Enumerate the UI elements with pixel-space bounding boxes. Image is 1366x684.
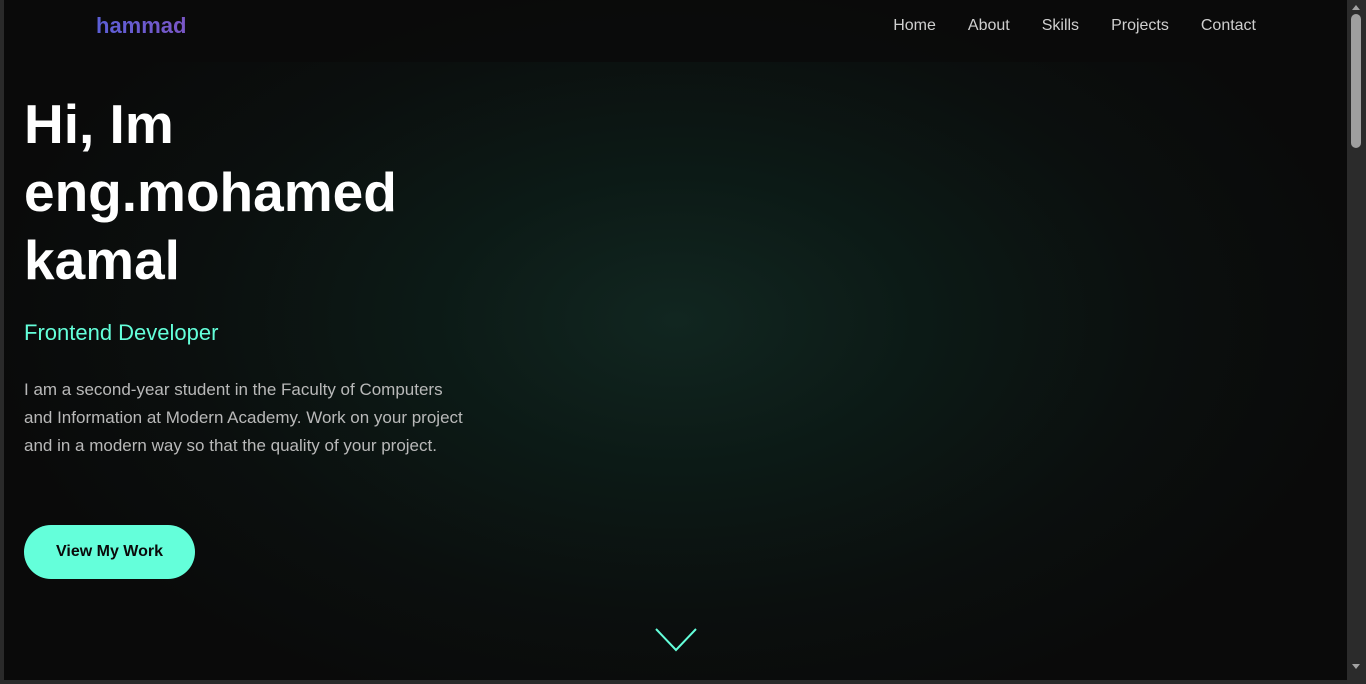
page: hammad Home About Skills Projects Contac…	[4, 0, 1347, 680]
hero-title: Hi, Im eng.mohamed kamal	[24, 90, 464, 294]
site-logo[interactable]: hammad	[96, 12, 186, 40]
nav-links: Home About Skills Projects Contact	[861, 15, 1256, 37]
hero-title-line: Hi, Im	[24, 93, 174, 155]
hero-section: Hi, Im eng.mohamed kamal Frontend Develo…	[24, 90, 464, 460]
chevron-down-icon[interactable]	[654, 626, 698, 654]
hero-title-line: kamal	[24, 229, 180, 291]
vertical-scrollbar[interactable]	[1347, 0, 1366, 684]
hero-subtitle: Frontend Developer	[24, 320, 219, 345]
scroll-up-icon[interactable]	[1352, 5, 1360, 10]
window-bottom-edge	[0, 680, 1347, 684]
scrollbar-thumb[interactable]	[1351, 14, 1361, 148]
navbar: hammad Home About Skills Projects Contac…	[4, 0, 1347, 62]
hero-title-line: eng.mohamed	[24, 161, 397, 223]
hero-description: I am a second-year student in the Facult…	[24, 380, 463, 455]
nav-link-projects[interactable]: Projects	[1111, 15, 1169, 37]
view-my-work-button[interactable]: View My Work	[24, 525, 195, 579]
nav-link-home[interactable]: Home	[893, 15, 936, 37]
nav-link-skills[interactable]: Skills	[1042, 15, 1079, 37]
nav-link-about[interactable]: About	[968, 15, 1010, 37]
scroll-down-icon[interactable]	[1352, 664, 1360, 669]
nav-link-contact[interactable]: Contact	[1201, 15, 1256, 37]
